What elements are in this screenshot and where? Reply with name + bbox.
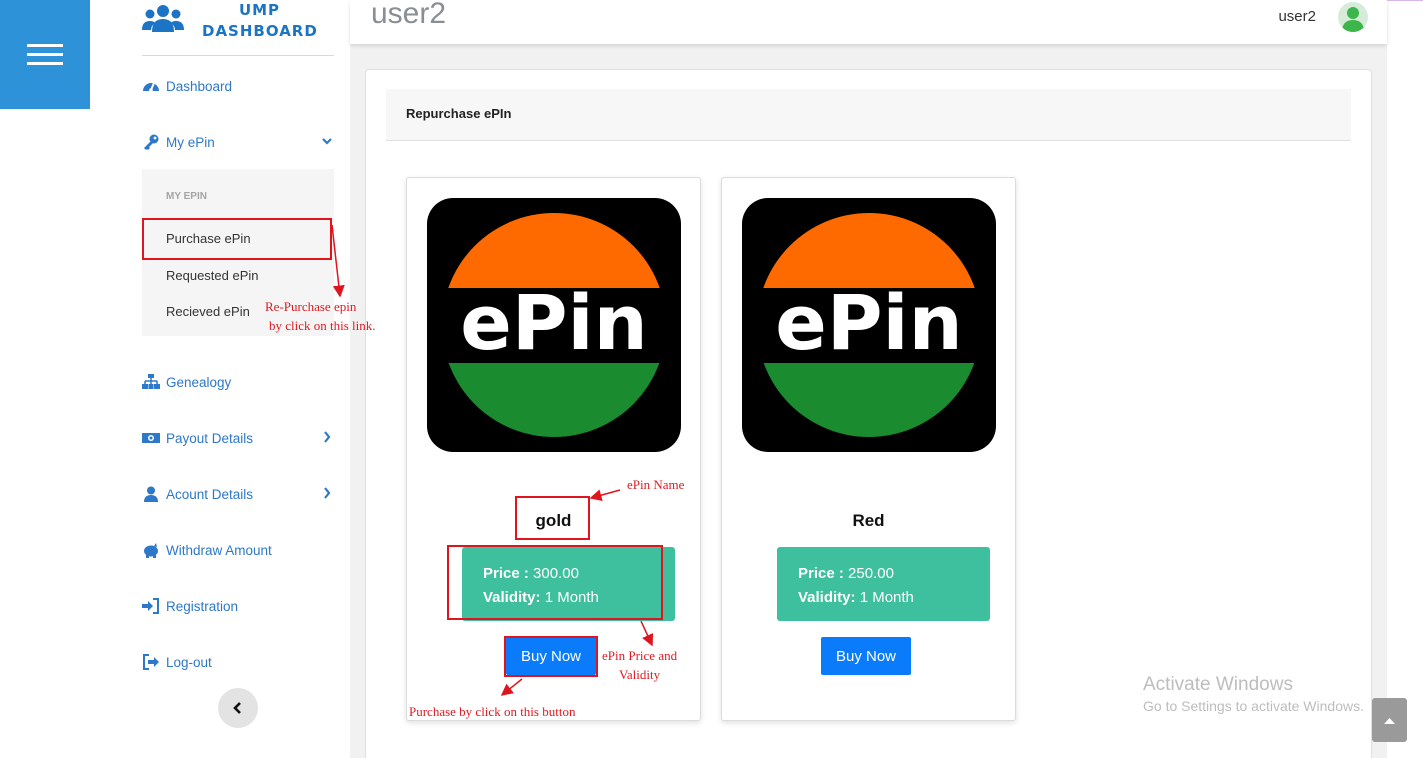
sidebar-item-payout-details[interactable]: Payout Details [142, 427, 332, 449]
sidebar-item-label: Genealogy [166, 374, 232, 390]
price-label: Price : [798, 565, 844, 582]
submenu-item-requested-epin[interactable]: Requested ePin [166, 268, 259, 283]
sidebar-item-account-details[interactable]: Acount Details [142, 483, 332, 505]
card-title: Repurchase ePIn [406, 106, 512, 121]
hamburger-icon-bar [27, 53, 63, 56]
sidebar-item-label: Acount Details [166, 486, 254, 502]
sidebar: UMP DASHBOARD Dashboard My ePin MY EPIN … [90, 0, 350, 758]
annotation-line: ePin Price and [602, 648, 678, 663]
annotation-box-price [447, 545, 663, 620]
sign-in-icon [142, 598, 159, 614]
brand-line-1: UMP [238, 1, 281, 19]
annotation-box-purchase-link [142, 218, 332, 260]
submenu-item-recieved-epin[interactable]: Recieved ePin [166, 304, 250, 319]
brand-line-2: DASHBOARD [202, 22, 318, 40]
users-icon [142, 5, 184, 32]
epin-logo-image: ePin [427, 198, 681, 452]
buy-now-button[interactable]: Buy Now [821, 637, 911, 675]
activate-windows-title: Activate Windows [1143, 674, 1293, 695]
user-avatar-icon [1342, 7, 1364, 32]
annotation-line: by click on this link. [269, 318, 376, 333]
sidebar-item-label: Payout Details [166, 430, 254, 446]
annotation-box-buy-button [504, 636, 598, 677]
sidebar-item-my-epin[interactable]: My ePin [142, 131, 332, 153]
price-value: 250.00 [848, 565, 894, 582]
hamburger-icon-bar [27, 62, 63, 65]
top-navbar: user2 user2 [350, 0, 1387, 44]
annotation-price-note: ePin Price and Validity [602, 646, 677, 684]
user-icon [144, 486, 158, 502]
sidebar-item-label: Registration [166, 598, 239, 614]
hamburger-icon [27, 44, 63, 47]
sitemap-icon [142, 374, 160, 389]
hamburger-menu-button[interactable] [0, 0, 90, 109]
annotation-purchase-note: Purchase by click on this button [409, 704, 576, 719]
chevron-right-icon [324, 487, 331, 499]
annotation-epin-name: ePin Name [627, 477, 685, 492]
validity-value: 1 Month [859, 589, 914, 606]
annotation-box-epin-name [515, 496, 590, 540]
sidebar-item-genealogy[interactable]: Genealogy [142, 371, 332, 393]
sidebar-item-logout[interactable]: Log-out [142, 651, 332, 673]
sidebar-item-label: Dashboard [166, 78, 233, 94]
brand-logo[interactable]: UMP DASHBOARD [142, 0, 334, 56]
sidebar-item-label: Withdraw Amount [166, 542, 272, 558]
chevron-down-icon [322, 138, 332, 145]
annotation-line: Validity [618, 667, 661, 682]
epin-logo-text: ePin [460, 278, 647, 367]
sidebar-item-dashboard[interactable]: Dashboard [142, 75, 332, 97]
sidebar-collapse-button[interactable] [218, 688, 258, 728]
product-card-red: ePin Red Price : 250.00 Validity: 1 Mont… [721, 177, 1016, 721]
price-box: Price : 250.00 Validity: 1 Month [777, 547, 990, 621]
dashboard-gauge-icon [143, 82, 159, 92]
sidebar-item-registration[interactable]: Registration [142, 595, 332, 617]
sidebar-item-label: Log-out [166, 654, 212, 670]
epin-logo-text: ePin [775, 278, 962, 367]
epin-logo-image: ePin [742, 198, 996, 452]
card-header: Repurchase ePIn [386, 89, 1351, 141]
validity-label: Validity: [798, 589, 856, 606]
sign-out-icon [143, 654, 159, 670]
product-name: Red [852, 511, 885, 530]
username-label[interactable]: user2 [1278, 8, 1316, 25]
page-title: user2 [371, 0, 447, 30]
piggy-bank-icon [144, 543, 158, 558]
annotation-repurchase-note: Re-Purchase epin by click on this link. [265, 297, 376, 335]
chevron-left-icon [233, 702, 241, 714]
activate-windows-subtitle: Go to Settings to activate Windows. [1143, 698, 1364, 714]
chevron-right-icon [324, 431, 331, 443]
scroll-to-top-button[interactable] [1372, 698, 1407, 742]
brand-text: UMP DASHBOARD [202, 0, 317, 42]
key-icon [144, 134, 159, 150]
submenu-header: MY EPIN [166, 191, 207, 202]
avatar[interactable] [1338, 2, 1368, 32]
price-line: Price : 250.00 [798, 565, 894, 582]
annotation-line: Re-Purchase epin [265, 299, 357, 314]
validity-line: Validity: 1 Month [798, 589, 914, 606]
money-bill-icon [142, 433, 160, 443]
caret-up-icon [1384, 718, 1395, 724]
sidebar-item-label: My ePin [166, 134, 215, 150]
sidebar-item-withdraw-amount[interactable]: Withdraw Amount [142, 539, 332, 561]
